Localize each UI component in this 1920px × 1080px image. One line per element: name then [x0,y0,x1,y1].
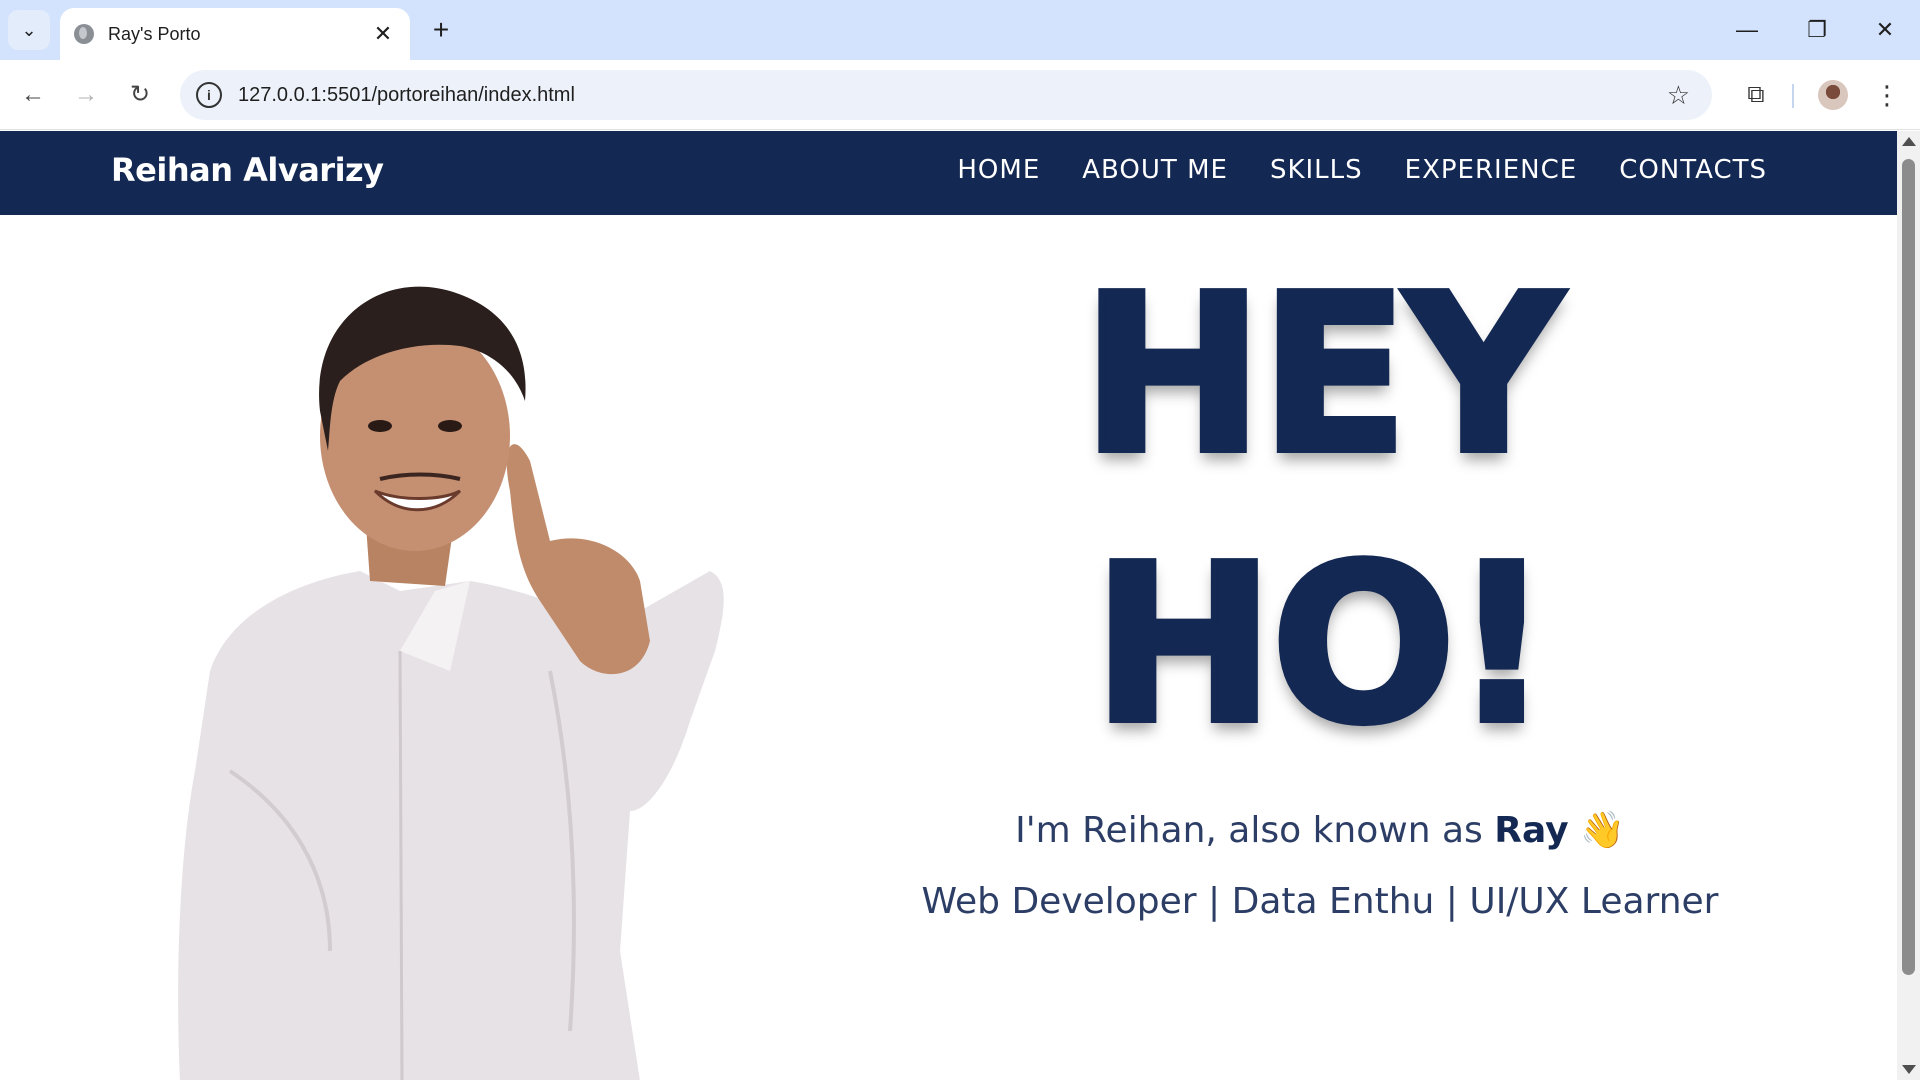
nav-about-me[interactable]: ABOUT ME [1082,155,1228,185]
close-window-button[interactable]: ✕ [1860,10,1910,50]
bookmark-star-icon[interactable]: ☆ [1667,80,1690,111]
site-brand[interactable]: Reihan Alvarizy [111,151,384,189]
site-navbar: Reihan Alvarizy HOME ABOUT ME SKILLS EXP… [0,131,1897,215]
new-tab-button[interactable]: + [425,14,457,46]
intro-name: Ray [1494,810,1569,851]
url-text[interactable]: 127.0.0.1:5501/portoreihan/index.html [238,84,1667,107]
nav-experience[interactable]: EXPERIENCE [1405,155,1578,185]
scroll-up-arrow-icon[interactable] [1902,137,1916,146]
close-tab-icon[interactable]: ✕ [370,21,396,47]
reload-button[interactable]: ↻ [120,75,160,115]
tab-search-button[interactable]: ⌄ [8,10,50,50]
hero-section: HEY HO! I'm Reihan, also known as Ray 👋 … [880,241,1760,922]
tab-strip: ⌄ Ray's Porto ✕ + — ❐ ✕ [0,0,1920,60]
intro-prefix: I'm Reihan, also known as [1015,810,1495,851]
nav-skills[interactable]: SKILLS [1270,155,1363,185]
nav-home[interactable]: HOME [957,155,1040,185]
site-info-icon[interactable]: i [196,82,222,108]
profile-avatar[interactable] [1818,80,1848,110]
scrollbar-thumb[interactable] [1902,159,1915,975]
nav-contacts[interactable]: CONTACTS [1619,155,1767,185]
nav-links: HOME ABOUT ME SKILLS EXPERIENCE CONTACTS [957,155,1767,185]
browser-tab[interactable]: Ray's Porto ✕ [60,8,410,60]
hero-heading-line2: HO! [1089,516,1554,775]
hero-roles: Web Developer | Data Enthu | UI/UX Learn… [921,881,1719,922]
forward-button[interactable]: → [66,75,106,115]
tab-title: Ray's Porto [108,23,201,44]
restore-button[interactable]: ❐ [1792,10,1842,50]
scroll-down-arrow-icon[interactable] [1902,1065,1916,1074]
browser-toolbar: ← → ↻ i 127.0.0.1:5501/portoreihan/index… [0,60,1920,130]
page-viewport: Reihan Alvarizy HOME ABOUT ME SKILLS EXP… [0,131,1897,1080]
wave-emoji: 👋 [1580,810,1625,851]
browser-menu-icon[interactable]: ⋮ [1872,75,1902,115]
hero-heading-line1: HEY [1078,246,1565,505]
extensions-icon[interactable]: ⧉ [1738,77,1774,113]
page-scrollbar[interactable] [1897,131,1920,1080]
toolbar-divider [1792,84,1794,108]
minimize-button[interactable]: — [1722,10,1772,50]
chevron-down-icon: ⌄ [21,19,37,40]
hero-intro: I'm Reihan, also known as Ray 👋 [880,809,1760,851]
back-button[interactable]: ← [13,75,53,115]
profile-photo [178,286,724,1080]
address-bar[interactable]: i 127.0.0.1:5501/portoreihan/index.html … [180,70,1712,120]
globe-icon [74,24,94,44]
